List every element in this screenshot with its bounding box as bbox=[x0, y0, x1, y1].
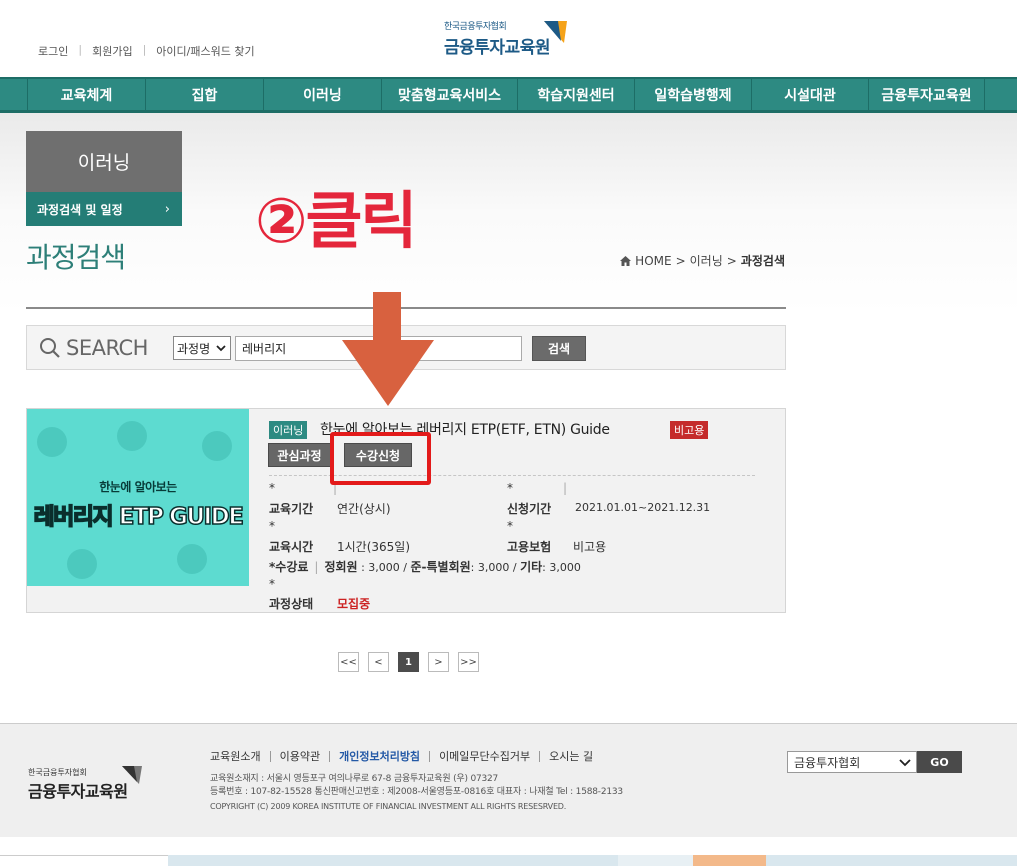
chevron-down-icon bbox=[899, 759, 911, 767]
footer-link-about[interactable]: 교육원소개 bbox=[210, 751, 270, 762]
footer-registration: 등록번호 : 107-82-15528 통신판매신고번호 : 제2008-서울영… bbox=[210, 787, 623, 797]
footer-link-privacy[interactable]: 개인정보처리방침 bbox=[329, 751, 429, 762]
bottom-banner-segment bbox=[618, 855, 693, 866]
logo-mark-icon bbox=[544, 21, 567, 43]
first-page-button[interactable]: << bbox=[338, 652, 359, 672]
pagination: << < 1 > >> bbox=[338, 652, 488, 672]
annotation-click-label: ②클릭 bbox=[255, 184, 418, 257]
annotation-highlight-box bbox=[330, 432, 431, 485]
search-type-value: 과정명 bbox=[177, 341, 211, 356]
gnb-item-work-study[interactable]: 일학습병행제 bbox=[634, 79, 751, 110]
decor-circle bbox=[117, 421, 147, 451]
logo-main-text: 금융투자교육원 bbox=[444, 38, 550, 58]
decor-circle bbox=[177, 544, 207, 574]
footer-logo-main: 금융투자교육원 bbox=[28, 782, 128, 801]
footer: 한국금융투자협회 금융투자교육원 교육원소개 이용약관 개인정보처리방침 이메일… bbox=[0, 723, 1017, 837]
thumbnail-subtitle: 한눈에 알아보는 bbox=[99, 480, 177, 494]
time-label: 교육시간 bbox=[269, 540, 314, 554]
site-logo[interactable]: 한국금융투자협회 금융투자교육원 bbox=[444, 19, 567, 58]
star-marker: * bbox=[269, 519, 275, 533]
lnb-item-course-search[interactable]: 과정검색 및 일정 › bbox=[26, 192, 182, 226]
interest-course-button[interactable]: 관심과정 bbox=[268, 443, 331, 467]
thumbnail-title: 레버리지 ETP GUIDE bbox=[33, 503, 245, 531]
gnb-item-learning-support[interactable]: 학습지원센터 bbox=[517, 79, 634, 110]
utility-links: 로그인 | 회원가입 | 아이디/패스워드 찾기 bbox=[38, 43, 255, 59]
gnb-item-curriculum[interactable]: 교육체계 bbox=[27, 79, 145, 110]
search-label: SEARCH bbox=[39, 336, 148, 360]
footer-link-directions[interactable]: 오시는 길 bbox=[539, 751, 602, 762]
course-thumbnail[interactable]: 한눈에 알아보는 레버리지 ETP GUIDE bbox=[27, 409, 249, 586]
breadcrumb-home[interactable]: HOME bbox=[635, 254, 671, 268]
gnb-item-custom-education[interactable]: 맞춤형교육서비스 bbox=[381, 79, 517, 110]
footer-logo-small: 한국금융투자협회 bbox=[28, 768, 87, 777]
time-value: 1시간(365일) bbox=[337, 540, 411, 554]
login-link[interactable]: 로그인 bbox=[38, 43, 68, 59]
family-site-go-button[interactable]: GO bbox=[917, 751, 962, 773]
insurance-badge: 비고용 bbox=[670, 421, 709, 439]
page-1-button[interactable]: 1 bbox=[398, 652, 419, 672]
home-icon bbox=[620, 255, 632, 266]
status-value: 모집중 bbox=[337, 597, 371, 611]
breadcrumb: HOME > 이러닝 > 과정검색 bbox=[620, 252, 785, 269]
decor-circle bbox=[37, 427, 67, 457]
course-type-badge: 이러닝 bbox=[269, 421, 308, 439]
gnb-item-elearning[interactable]: 이러닝 bbox=[263, 79, 381, 110]
main-navigation: 교육체계 집합 이러닝 맞춤형교육서비스 학습지원센터 일학습병행제 시설대관 … bbox=[0, 77, 1017, 113]
search-icon bbox=[40, 338, 60, 358]
period-label: 교육기간 bbox=[269, 502, 314, 516]
fee-row: *수강료 | 정회원 : 3,000 / 준-특별회원: 3,000 / 기타: 3… bbox=[269, 560, 581, 574]
last-page-button[interactable]: >> bbox=[458, 652, 479, 672]
family-site-select[interactable]: 금융투자협회 bbox=[787, 751, 917, 773]
family-site-value: 금융투자협회 bbox=[794, 755, 861, 770]
page-title: 과정검색 bbox=[26, 241, 126, 274]
logo-mark-icon bbox=[122, 766, 142, 784]
employment-insurance-label: 고용보험 bbox=[507, 540, 552, 554]
star-marker: * bbox=[269, 577, 275, 591]
period-value: 연간(상시) bbox=[337, 502, 391, 516]
page: 로그인 | 회원가입 | 아이디/패스워드 찾기 한국금융투자협회 금융투자교육… bbox=[0, 0, 1017, 866]
star-marker: * bbox=[507, 481, 513, 495]
breadcrumb-current: 과정검색 bbox=[740, 254, 785, 268]
chevron-right-icon: › bbox=[164, 201, 170, 217]
chevron-down-icon bbox=[216, 345, 226, 352]
apply-period-label: 신청기간 bbox=[507, 502, 552, 516]
lnb-item-label: 과정검색 및 일정 bbox=[37, 202, 123, 217]
divider: | bbox=[78, 43, 83, 56]
bottom-banner-segment bbox=[0, 855, 168, 866]
gnb-item-institute[interactable]: 금융투자교육원 bbox=[868, 79, 985, 110]
divider: | bbox=[563, 481, 568, 495]
breadcrumb-elearning[interactable]: 이러닝 bbox=[690, 252, 723, 269]
bottom-banner-segment bbox=[693, 855, 766, 866]
footer-logo: 한국금융투자협회 금융투자교육원 bbox=[28, 766, 142, 802]
signup-link[interactable]: 회원가입 bbox=[92, 43, 132, 59]
footer-copyright: COPYRIGHT (C) 2009 KOREA INSTITUTE OF FI… bbox=[210, 802, 567, 811]
search-button[interactable]: 검색 bbox=[532, 336, 586, 361]
footer-links: 교육원소개 이용약관 개인정보처리방침 이메일무단수집거부 오시는 길 bbox=[210, 751, 602, 762]
footer-link-terms[interactable]: 이용약관 bbox=[269, 751, 329, 762]
star-marker: * bbox=[507, 519, 513, 533]
footer-link-email-policy[interactable]: 이메일무단수집거부 bbox=[429, 751, 539, 762]
chevron-right-icon: > bbox=[675, 253, 686, 268]
footer-address: 교육원소재지 : 서울시 영등포구 여의나루로 67-8 금융투자교육원 (우)… bbox=[210, 774, 499, 784]
gnb-item-classroom[interactable]: 집합 bbox=[145, 79, 263, 110]
arrow-down-icon bbox=[342, 292, 434, 406]
employment-insurance-value: 비고용 bbox=[573, 540, 607, 554]
divider: | bbox=[142, 43, 147, 56]
apply-period-value: 2021.01.01~2021.12.31 bbox=[575, 501, 711, 514]
star-marker: * bbox=[269, 481, 275, 495]
prev-page-button[interactable]: < bbox=[368, 652, 389, 672]
status-label: 과정상태 bbox=[269, 597, 314, 611]
search-type-select[interactable]: 과정명 bbox=[173, 336, 231, 360]
next-page-button[interactable]: > bbox=[428, 652, 449, 672]
gnb-item-facility-rental[interactable]: 시설대관 bbox=[751, 79, 868, 110]
chevron-right-icon: > bbox=[726, 253, 737, 268]
decor-circle bbox=[67, 549, 97, 579]
find-account-link[interactable]: 아이디/패스워드 찾기 bbox=[156, 43, 254, 59]
logo-small-text: 한국금융투자협회 bbox=[444, 22, 507, 32]
decor-circle bbox=[202, 431, 232, 461]
lnb-title: 이러닝 bbox=[26, 131, 182, 192]
search-label-text: SEARCH bbox=[66, 336, 148, 360]
